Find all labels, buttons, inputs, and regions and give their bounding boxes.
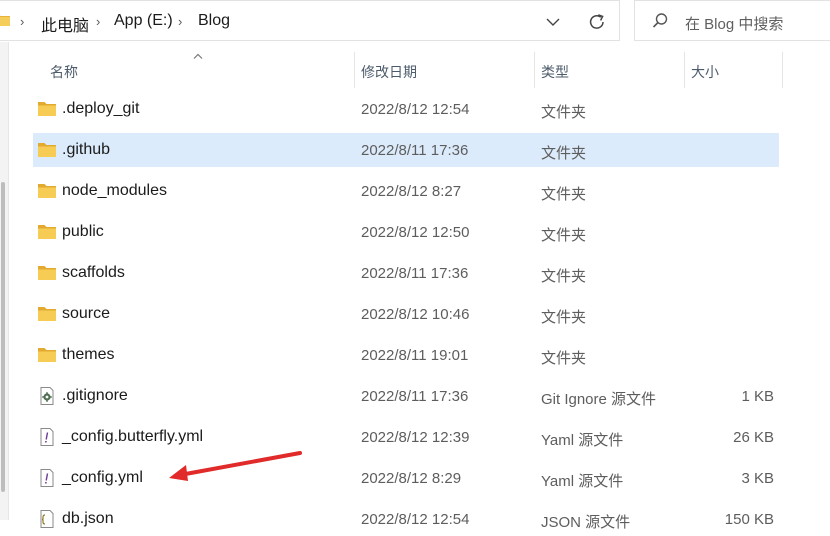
file-name: source — [62, 305, 111, 322]
file-type: 文件夹 — [541, 309, 587, 326]
folder-icon — [38, 102, 56, 116]
file-row[interactable]: .github 2022/8/11 17:36 文件夹 — [33, 133, 779, 167]
column-divider[interactable] — [782, 52, 783, 88]
address-bar[interactable]: › 此电脑 › App (E:) › Blog — [0, 0, 620, 41]
file-date: 2022/8/11 19:01 — [361, 347, 469, 364]
file-row[interactable]: themes 2022/8/11 19:01 文件夹 — [33, 338, 779, 372]
file-type: Yaml 源文件 — [541, 432, 624, 449]
file-type: 文件夹 — [541, 104, 587, 121]
folder-icon — [38, 225, 56, 239]
column-header-date-label: 修改日期 — [361, 64, 417, 80]
file-type: Yaml 源文件 — [541, 473, 624, 490]
file-date: 2022/8/11 17:36 — [361, 265, 469, 282]
file-date: 2022/8/12 8:29 — [361, 470, 462, 487]
file-row[interactable]: _config.yml 2022/8/12 8:29 Yaml 源文件 3 KB — [33, 461, 779, 495]
file-date: 2022/8/12 12:50 — [361, 224, 470, 241]
breadcrumb-drive[interactable]: App (E:) — [114, 12, 173, 30]
column-header-type-label: 类型 — [541, 64, 569, 80]
breadcrumb-separator: › — [20, 14, 25, 29]
file-date: 2022/8/12 12:39 — [361, 429, 470, 446]
file-type: JSON 源文件 — [541, 514, 631, 531]
file-type: 文件夹 — [541, 227, 587, 244]
file-type: 文件夹 — [541, 186, 587, 203]
file-name: _config.yml — [62, 469, 143, 486]
file-row[interactable]: source 2022/8/12 10:46 文件夹 — [33, 297, 779, 331]
file-date: 2022/8/12 10:46 — [361, 306, 470, 323]
file-row[interactable]: .deploy_git 2022/8/12 12:54 文件夹 — [33, 92, 779, 126]
file-type: 文件夹 — [541, 145, 587, 162]
file-name: themes — [62, 346, 115, 363]
file-size: 26 KB — [733, 429, 774, 446]
file-row[interactable]: .gitignore 2022/8/11 17:36 Git Ignore 源文件 1… — [33, 379, 779, 413]
navigation-pane-edge — [0, 42, 9, 520]
folder-icon — [38, 143, 56, 157]
file-type: 文件夹 — [541, 350, 587, 367]
column-header-size-label: 大小 — [691, 64, 719, 80]
search-box[interactable]: 在 Blog 中搜索 — [634, 0, 830, 41]
file-name: node_modules — [62, 182, 167, 199]
file-name: db.json — [62, 510, 114, 527]
folder-icon — [38, 307, 56, 321]
file-row[interactable]: db.json 2022/8/12 12:54 JSON 源文件 150 KB — [33, 502, 779, 536]
yaml-file-icon — [40, 469, 54, 487]
nav-scrollbar[interactable] — [1, 182, 5, 492]
file-date: 2022/8/12 12:54 — [361, 101, 470, 118]
chevron-down-icon[interactable] — [544, 13, 562, 31]
file-name: .deploy_git — [62, 100, 140, 117]
file-type: Git Ignore 源文件 — [541, 391, 657, 408]
column-header-type[interactable]: 类型 — [541, 52, 681, 88]
annotation-arrow-icon — [169, 451, 302, 481]
refresh-icon[interactable] — [586, 11, 608, 33]
file-name: scaffolds — [62, 264, 125, 281]
column-header-date[interactable]: 修改日期 — [361, 52, 531, 88]
column-header-name[interactable]: 名称 — [50, 52, 350, 88]
breadcrumb-blog[interactable]: Blog — [198, 12, 230, 30]
file-size: 1 KB — [741, 388, 774, 405]
json-file-icon — [40, 510, 54, 528]
column-header-name-label: 名称 — [50, 64, 78, 80]
search-icon — [652, 13, 668, 28]
breadcrumb-separator: › — [96, 14, 101, 29]
column-divider[interactable] — [534, 52, 535, 88]
folder-icon — [38, 184, 56, 198]
yaml-file-icon — [40, 428, 54, 446]
file-date: 2022/8/11 17:36 — [361, 388, 469, 405]
file-type: 文件夹 — [541, 268, 587, 285]
file-row[interactable]: public 2022/8/12 12:50 文件夹 — [33, 215, 779, 249]
file-date: 2022/8/12 8:27 — [361, 183, 462, 200]
file-name: .github — [62, 141, 111, 158]
folder-icon — [38, 348, 56, 362]
folder-icon — [38, 266, 56, 280]
top-bar: › 此电脑 › App (E:) › Blog 在 Blog 中搜索 — [0, 0, 830, 42]
file-row[interactable]: scaffolds 2022/8/11 17:36 文件夹 — [33, 256, 779, 290]
column-header-size[interactable]: 大小 — [691, 52, 781, 88]
search-input[interactable]: 在 Blog 中搜索 — [685, 13, 783, 34]
breadcrumb-this-pc[interactable]: 此电脑 — [41, 12, 89, 36]
file-name: public — [62, 223, 104, 240]
gear-file-icon — [40, 387, 54, 405]
column-divider[interactable] — [684, 52, 685, 88]
file-row[interactable]: node_modules 2022/8/12 8:27 文件夹 — [33, 174, 779, 208]
file-date: 2022/8/11 17:36 — [361, 142, 469, 159]
file-name: _config.butterfly.yml — [62, 428, 204, 445]
file-row[interactable]: _config.butterfly.yml 2022/8/12 12:39 Yaml… — [33, 420, 779, 454]
file-name: .gitignore — [62, 387, 128, 404]
column-divider[interactable] — [354, 52, 355, 88]
folder-icon — [0, 15, 10, 26]
file-size: 3 KB — [741, 470, 774, 487]
breadcrumb-separator: › — [178, 14, 183, 29]
